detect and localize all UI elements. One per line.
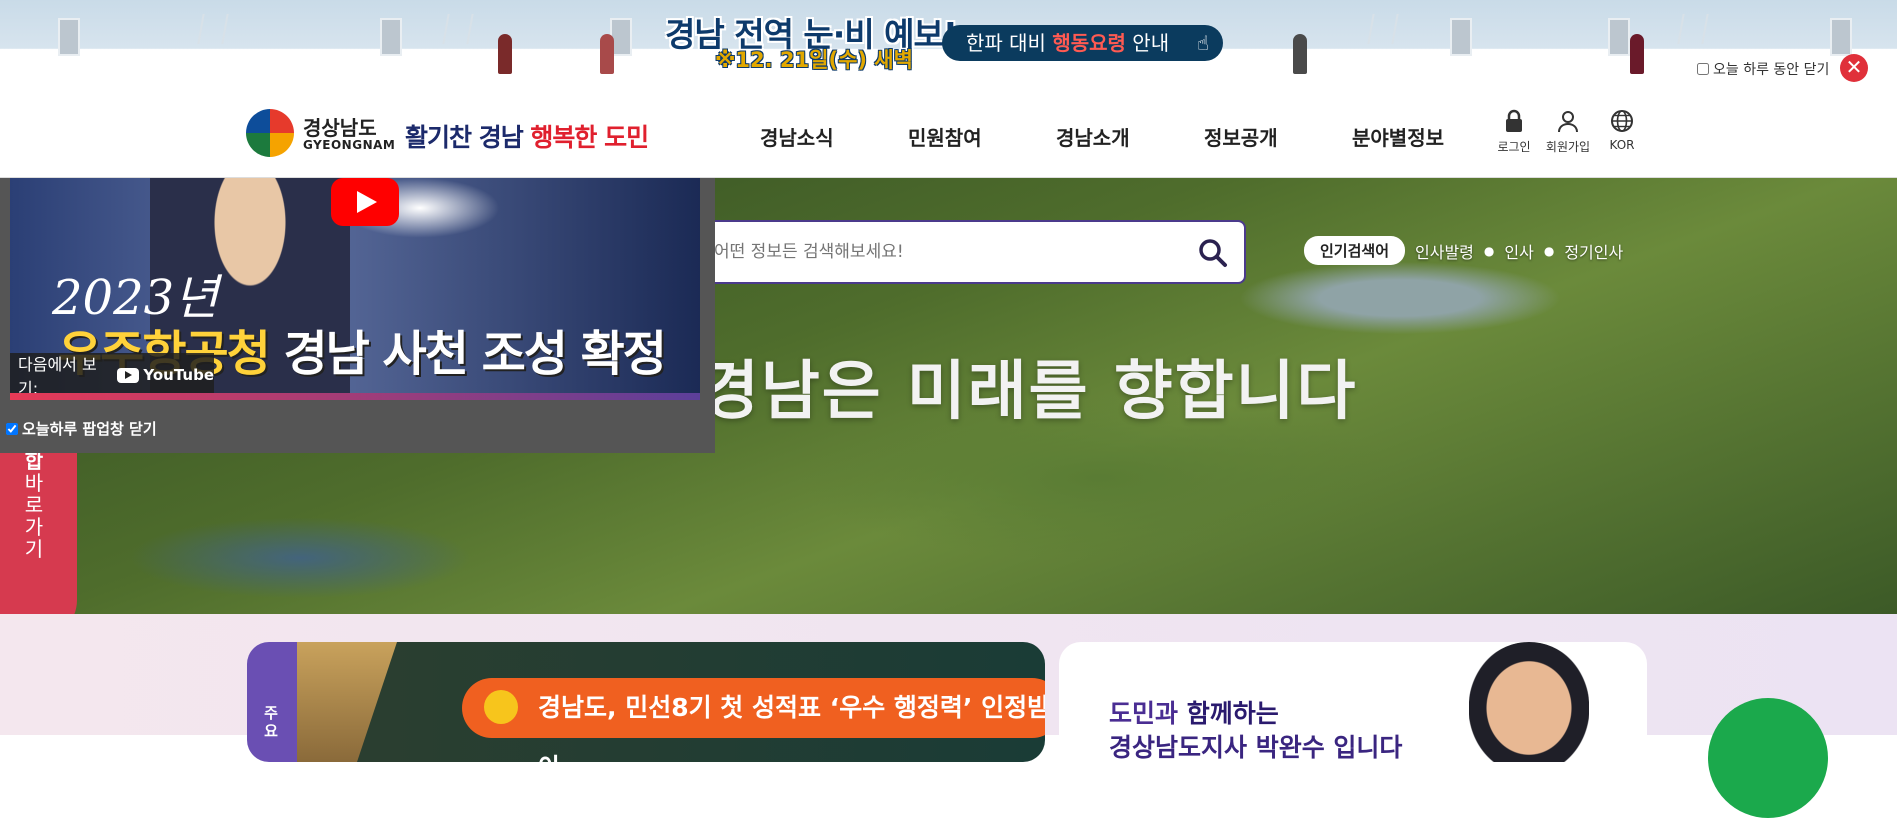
banner-pill-suffix: 안내	[1125, 31, 1170, 55]
nav-item-about[interactable]: 경남소개	[1056, 122, 1204, 151]
nav-item-civil[interactable]: 민원참여	[908, 122, 1056, 151]
utility-menu: 로그인 회원가입 KOR	[1494, 108, 1642, 155]
search-button[interactable]	[1196, 236, 1230, 270]
popup-close-today-label: 오늘하루 팝업창 닫기	[22, 420, 157, 438]
news-headline: 경남도, 민선8기 첫 성적표 ‘우수 행정력’ 인정받아	[538, 693, 1045, 762]
main-news-card[interactable]: 주요 경남도, 민선8기 첫 성적표 ‘우수 행정력’ 인정받아	[247, 642, 1045, 762]
banner-subtitle: ※12. 21일(수) 새벽	[715, 48, 913, 72]
banner-tree	[1367, 14, 1399, 44]
hero-heading: 경남은 미래를 향합니다	[700, 355, 1358, 429]
banner-tree	[442, 14, 474, 44]
popular-keyword[interactable]: 인사	[1504, 239, 1533, 263]
youtube-logo: YouTube	[117, 366, 214, 384]
banner-close-today-checkbox[interactable]	[1697, 63, 1709, 75]
popular-keyword[interactable]: 정기인사	[1564, 239, 1623, 263]
watch-on-label: 다음에서 보기:	[18, 355, 97, 398]
news-headline-pill[interactable]: 경남도, 민선8기 첫 성적표 ‘우수 행정력’ 인정받아	[462, 678, 1045, 762]
banner-person	[1293, 34, 1307, 74]
quick-char: 로	[24, 493, 44, 517]
banner-building	[1450, 18, 1472, 56]
video-headline-rest: 경남 사천 조성 확정	[268, 326, 667, 382]
separator-dot: ●	[1543, 243, 1555, 258]
banner-person	[600, 34, 614, 74]
popular-keyword[interactable]: 인사발령	[1415, 239, 1474, 263]
slogan-part-b: 행복한 도민	[530, 123, 649, 152]
signup-label: 회원가입	[1545, 140, 1591, 154]
banner-person	[1630, 34, 1644, 74]
popup-close-today[interactable]: 오늘하루 팝업창 닫기	[6, 418, 157, 439]
governor-card[interactable]: 도민과 함께하는 경상남도지사 박완수 입니다	[1059, 642, 1647, 762]
watch-on-youtube[interactable]: 다음에서 보기: YouTube	[10, 353, 214, 398]
medal-icon	[484, 690, 518, 724]
news-decoration	[297, 642, 397, 762]
banner-person	[498, 34, 512, 74]
language-label: KOR	[1609, 138, 1635, 152]
popular-badge: 인기검색어	[1304, 236, 1406, 265]
search-input[interactable]	[712, 236, 1172, 268]
banner-building	[58, 18, 80, 56]
login-label: 로그인	[1497, 140, 1531, 154]
nav-item-disclosure[interactable]: 정보공개	[1204, 122, 1352, 151]
main-nav: 경남소식 민원참여 경남소개 정보공개 분야별정보	[760, 122, 1500, 151]
popup-close-today-checkbox[interactable]	[6, 422, 18, 435]
banner-tree	[1677, 14, 1709, 44]
banner-building	[1830, 18, 1852, 56]
language-button[interactable]: KOR	[1602, 108, 1642, 155]
search-icon	[1199, 239, 1227, 267]
video-player[interactable]: 2023년 우주항공청 경남 사천 조성 확정 다음에서 보기: YouTube	[10, 178, 700, 400]
slogan: 활기찬 경남 행복한 도민	[405, 118, 649, 154]
governor-name-line: 경상남도지사 박완수 입니다	[1109, 733, 1403, 762]
banner-building	[380, 18, 402, 56]
site-header: 경상남도 GYEONGNAM 활기찬 경남 행복한 도민 경남소식 민원참여 경…	[0, 88, 1897, 178]
login-button[interactable]: 로그인	[1494, 108, 1534, 155]
quick-top-char: 합	[24, 449, 44, 473]
signup-button[interactable]: 회원가입	[1545, 108, 1591, 155]
quick-char: 기	[24, 537, 44, 561]
video-progress-bar	[10, 393, 700, 400]
logo-english-text[interactable]: GYEONGNAM	[303, 138, 395, 152]
governor-photo	[1469, 642, 1589, 762]
governor-tagline-a: 도민과	[1109, 699, 1187, 728]
video-popup: 2023년 우주항공청 경남 사천 조성 확정 다음에서 보기: YouTube…	[0, 178, 715, 453]
banner-close-button[interactable]: ✕	[1840, 54, 1868, 82]
quick-link-tab[interactable]: 합 바 로 가 기	[0, 430, 77, 640]
popular-keywords: 인기검색어 인사발령 ● 인사 ● 정기인사	[1304, 236, 1623, 265]
governor-tagline-b: 함께하는	[1186, 699, 1279, 728]
quick-char: 가	[24, 515, 44, 539]
close-icon: ✕	[1845, 55, 1863, 79]
banner-pill-highlight: 행동요령	[1052, 31, 1126, 55]
gyeongnam-logo-icon[interactable]	[246, 109, 294, 157]
quick-link-label: 합 바 로 가 기	[22, 450, 46, 560]
banner-tree	[197, 14, 229, 44]
youtube-wordmark: YouTube	[143, 366, 214, 384]
user-icon	[1555, 108, 1581, 134]
banner-close-today-label: 오늘 하루 동안 닫기	[1713, 62, 1830, 78]
banner-guide-button[interactable]: 한파 대비 행동요령 안내 ☝	[942, 25, 1223, 61]
quick-char: 바	[24, 471, 44, 495]
youtube-play-button[interactable]	[331, 178, 399, 226]
governor-tagline: 도민과 함께하는	[1109, 694, 1279, 730]
content-section: 주요 경남도, 민선8기 첫 성적표 ‘우수 행정력’ 인정받아 도민과 함께하…	[0, 614, 1897, 818]
banner-building	[1608, 18, 1630, 56]
hand-pointer-icon: ☝	[1196, 31, 1209, 55]
slogan-part-a: 활기찬 경남	[405, 123, 531, 152]
top-banner[interactable]: 경남 전역 눈·비 예보! ※12. 21일(수) 새벽 한파 대비 행동요령 …	[0, 0, 1897, 88]
nav-item-fields[interactable]: 분야별정보	[1352, 122, 1500, 151]
separator-dot: ●	[1483, 243, 1495, 258]
lock-icon	[1501, 108, 1527, 134]
globe-icon	[1609, 108, 1635, 134]
logo-korean-text[interactable]: 경상남도	[303, 112, 377, 141]
banner-close-today[interactable]: 오늘 하루 동안 닫기	[1697, 59, 1829, 79]
search-box	[700, 220, 1246, 284]
youtube-play-icon	[117, 367, 140, 383]
green-circle-button[interactable]	[1708, 698, 1828, 818]
nav-item-news[interactable]: 경남소식	[760, 122, 908, 151]
banner-pill-prefix: 한파 대비	[966, 31, 1053, 55]
